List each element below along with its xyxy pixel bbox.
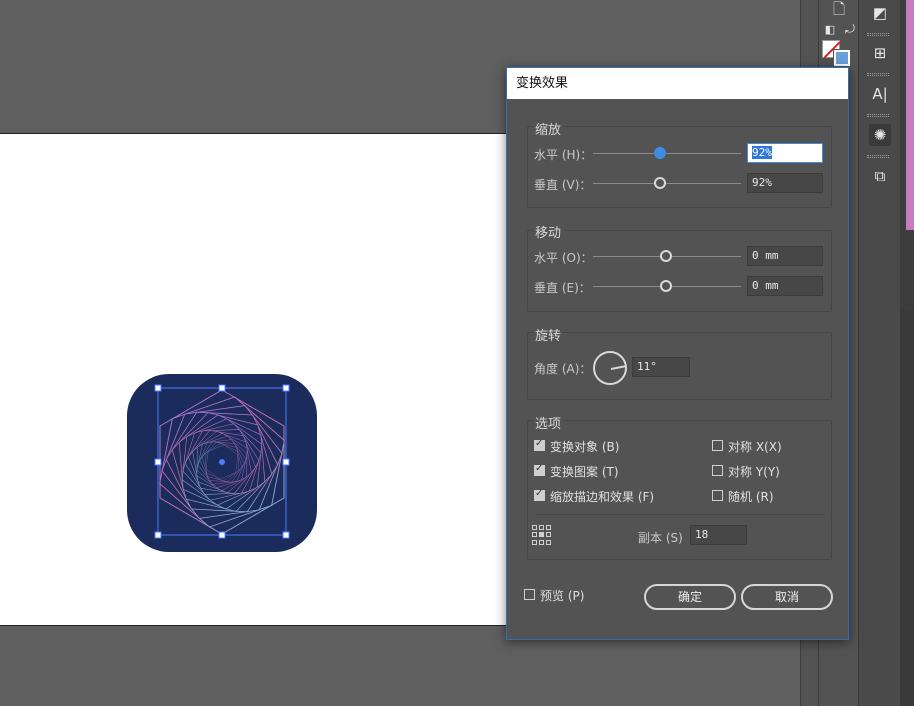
move-vertical-input[interactable]: 0 mm [747,276,823,296]
angle-input[interactable]: 11° [632,357,690,377]
move-vertical-thumb[interactable] [660,280,672,292]
scale-strokes-label[interactable]: 缩放描边和效果 (F) [550,488,654,505]
reflect-y-label[interactable]: 对称 Y(Y) [728,463,780,480]
reflect-x-label[interactable]: 对称 X(X) [728,438,782,455]
scale-horizontal-input[interactable]: 92% [747,143,823,163]
scale-vertical-input[interactable]: 92% [747,173,823,193]
panel-grip[interactable] [867,33,889,36]
reflect-y-checkbox[interactable] [712,465,723,476]
scale-group-label: 缩放 [533,119,564,138]
random-label[interactable]: 随机 (R) [728,488,774,505]
stroke-swatch[interactable] [833,49,851,67]
dialog-title: 变换效果 [507,68,848,99]
pathfinder-icon[interactable]: ◩ [869,2,891,24]
copies-label: 副本 (S) [638,531,683,545]
transform-patterns-checkbox[interactable] [534,463,545,476]
color-swatch-strip [906,0,914,230]
layers-panel-edge [900,310,914,706]
appearance-icon[interactable]: ✺ [869,124,891,146]
scale-vertical-thumb[interactable] [654,177,666,189]
transform-effect-dialog: 变换效果 缩放 水平 (H)： 92% 垂直 (V)： 92% 移动 水平 (O… [506,67,849,640]
copies-input[interactable]: 18 [690,525,747,545]
transform-objects-checkbox[interactable] [534,438,545,451]
preview-label[interactable]: 预览 (P) [540,587,584,604]
panel-grip[interactable] [867,155,889,158]
properties-panel-edge [900,0,914,706]
scale-vertical-slider[interactable] [593,183,741,184]
move-vertical-label: 垂直 (E)： [534,281,591,295]
preview-checkbox[interactable] [524,589,535,600]
reference-point-icon[interactable] [532,525,552,545]
links-icon[interactable]: ⧉ [869,165,891,187]
options-divider [535,514,825,515]
move-horizontal-input[interactable]: 0 mm [747,246,823,266]
ok-button[interactable]: 确定 [644,584,736,610]
scale-group [527,126,832,208]
angle-dial[interactable] [593,351,627,385]
transform-objects-label[interactable]: 变换对象 (B) [550,438,619,455]
move-horizontal-thumb[interactable] [660,250,672,262]
transform-icon[interactable]: ⊞ [869,42,891,64]
scale-horizontal-label: 水平 (H)： [534,148,593,162]
type-tool-icon[interactable]: A| [869,83,891,105]
random-checkbox[interactable] [712,490,723,501]
transform-patterns-label[interactable]: 变换图案 (T) [550,463,619,480]
scale-vertical-label: 垂直 (V)： [534,178,592,192]
move-group-label: 移动 [533,222,564,241]
angle-label: 角度 (A)： [534,362,592,376]
panel-grip[interactable] [867,114,889,117]
panel-grip[interactable] [867,73,889,76]
panel-icons-column: ◩ ⊞ A| ✺ ⧉ [858,0,900,706]
rotate-group-label: 旋转 [533,325,564,344]
move-group [527,230,832,312]
move-horizontal-label: 水平 (O)： [534,251,593,265]
scale-horizontal-thumb[interactable] [654,147,666,159]
reflect-x-checkbox[interactable] [712,440,723,451]
scale-horizontal-slider[interactable] [593,153,741,154]
scale-strokes-checkbox[interactable] [534,488,545,501]
options-group-label: 选项 [533,413,564,432]
default-colors-icon[interactable]: ◧ [819,18,841,40]
spiral-hexagon-artwork[interactable] [150,380,300,545]
cancel-button[interactable]: 取消 [741,584,833,610]
